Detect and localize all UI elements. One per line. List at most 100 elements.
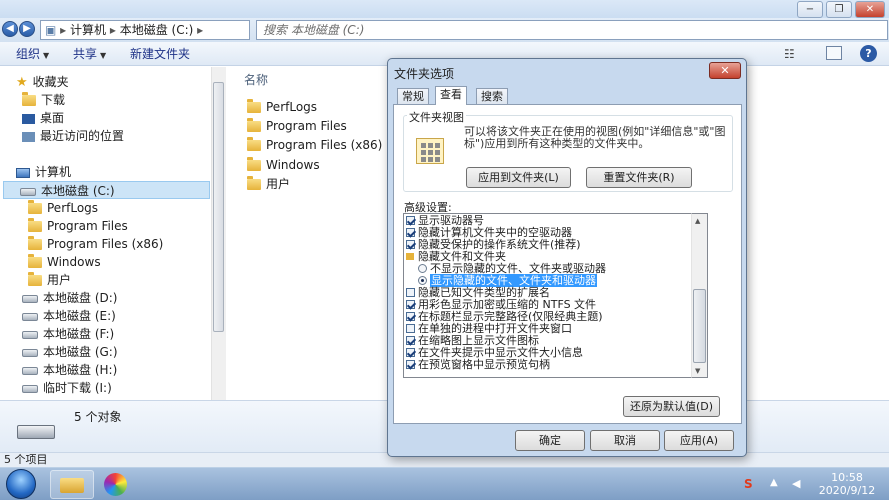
checkbox-unchecked[interactable] [406, 324, 415, 333]
drive-icon [22, 294, 38, 303]
folder-icon [60, 478, 84, 493]
nav-c-child[interactable]: Windows [28, 253, 101, 271]
list-item[interactable]: Windows [247, 156, 320, 175]
tab-general[interactable]: 常规 [397, 88, 429, 104]
nav-drive[interactable]: 本地磁盘 (F:) [22, 325, 114, 343]
ime-s-icon[interactable]: S [744, 477, 760, 491]
share-button[interactable]: 共享 ▼ [73, 46, 106, 64]
list-item[interactable]: Program Files (x86) [247, 136, 382, 155]
folder-icon [247, 176, 261, 190]
nav-label: 本地磁盘 (E:) [43, 309, 116, 323]
advanced-settings-list[interactable]: 显示驱动器号 隐藏计算机文件夹中的空驱动器 隐藏受保护的操作系统文件(推荐) 隐… [403, 213, 701, 378]
checkbox-checked[interactable] [406, 360, 415, 369]
help-icon[interactable]: ? [860, 45, 877, 62]
nav-c-child[interactable]: PerfLogs [28, 199, 98, 217]
apply-to-folders-button[interactable]: 应用到文件夹(L) [466, 167, 571, 188]
nav-favorites[interactable]: ★ 收藏夹 [16, 73, 69, 91]
status-text: 5 个项目 [4, 453, 48, 466]
scroll-down-icon[interactable]: ▼ [695, 367, 700, 375]
item-label: 用户 [266, 177, 291, 191]
address-bar-row: ◀ ▶ ▣ ▸ 计算机 ▸ 本地磁盘 (C:) ▸ 搜索 本地磁盘 (C:) [0, 18, 889, 42]
checkbox-checked[interactable] [406, 336, 415, 345]
nav-drive[interactable]: 本地磁盘 (G:) [22, 343, 118, 361]
computer-icon [16, 167, 30, 178]
item-label: Program Files [266, 119, 347, 133]
nav-c-child[interactable]: Program Files [28, 217, 128, 235]
breadcrumb-computer[interactable]: 计算机 [70, 23, 106, 37]
dialog-close-button[interactable]: ✕ [709, 62, 741, 79]
tray-chevron-icon[interactable]: ▲ [770, 477, 778, 488]
checkbox-checked[interactable] [406, 348, 415, 357]
preview-pane-icon[interactable] [826, 46, 842, 60]
folder-view-legend: 文件夹视图 [407, 109, 466, 125]
nav-label: Windows [47, 255, 101, 269]
nav-recent[interactable]: 最近访问的位置 [22, 127, 124, 145]
advanced-scrollbar-thumb[interactable] [693, 289, 706, 363]
nav-downloads[interactable]: 下载 [22, 91, 65, 109]
forward-arrow-icon[interactable]: ▶ [19, 21, 35, 37]
checkbox-checked[interactable] [406, 300, 415, 309]
reset-folders-button[interactable]: 重置文件夹(R) [586, 167, 692, 188]
list-item[interactable]: PerfLogs [247, 98, 317, 117]
nav-drive[interactable]: 临时下载 (I:) [22, 379, 112, 397]
nav-label: 本地磁盘 (D:) [43, 291, 118, 305]
close-button[interactable]: ✕ [855, 1, 885, 18]
folder-icon [28, 200, 42, 214]
organize-button[interactable]: 组织 ▼ [16, 46, 49, 64]
view-options-icon[interactable]: ☷ [784, 46, 795, 62]
new-folder-button[interactable]: 新建文件夹 [130, 46, 190, 62]
address-box[interactable]: ▣ ▸ 计算机 ▸ 本地磁盘 (C:) ▸ [40, 20, 250, 40]
scroll-up-icon[interactable]: ▲ [695, 217, 700, 225]
checkbox-checked[interactable] [406, 312, 415, 321]
nav-c-child[interactable]: 用户 [28, 271, 71, 289]
folder-view-icon [416, 138, 444, 164]
breadcrumb-drive-c[interactable]: 本地磁盘 (C:) [120, 23, 194, 37]
clock[interactable]: 10:58 2020/9/12 [812, 471, 882, 497]
apply-button[interactable]: 应用(A) [664, 430, 734, 451]
folder-options-dialog: 文件夹选项 ✕ 常规 查看 搜索 文件夹视图 可以将该文件夹正在使用的视图(例如… [387, 58, 747, 457]
nav-drive[interactable]: 本地磁盘 (H:) [22, 361, 117, 379]
drive-icon [22, 366, 38, 375]
column-header-name[interactable]: 名称 [244, 71, 268, 90]
restore-defaults-button[interactable]: 还原为默认值(D) [623, 396, 720, 417]
nav-scrollbar-thumb[interactable] [213, 82, 224, 332]
tab-view[interactable]: 查看 [435, 86, 467, 105]
tab-search[interactable]: 搜索 [476, 88, 508, 104]
drive-icon [22, 384, 38, 393]
cancel-button[interactable]: 取消 [590, 430, 660, 451]
folder-icon [406, 253, 414, 260]
setting-item[interactable]: 在预览窗格中显示预览句柄 [406, 359, 550, 371]
radio-unselected[interactable] [418, 264, 427, 273]
nav-c-child[interactable]: Program Files (x86) [28, 235, 163, 253]
nav-computer[interactable]: 计算机 [16, 163, 71, 181]
navigation-pane: ★ 收藏夹 下载 桌面 最近访问的位置 计算机 本地磁盘 (C:) PerfLog… [0, 67, 226, 400]
nav-label: 本地磁盘 (C:) [41, 184, 115, 198]
start-button[interactable] [6, 469, 36, 499]
nav-label: 本地磁盘 (G:) [43, 345, 118, 359]
nav-drive[interactable]: 本地磁盘 (D:) [22, 289, 117, 307]
nav-label: Program Files [47, 219, 128, 233]
minimize-button[interactable]: − [797, 1, 823, 18]
clock-time: 10:58 [831, 471, 863, 484]
checkbox-checked[interactable] [406, 240, 415, 249]
explorer-taskbar-button[interactable] [50, 470, 94, 499]
ok-button[interactable]: 确定 [515, 430, 585, 451]
speaker-icon[interactable]: ◀ [792, 477, 800, 490]
nav-desktop[interactable]: 桌面 [22, 109, 64, 127]
back-arrow-icon[interactable]: ◀ [2, 21, 18, 37]
organize-label: 组织 [16, 47, 41, 61]
list-item[interactable]: Program Files [247, 117, 347, 136]
browser-icon [104, 473, 127, 496]
browser-taskbar-button[interactable] [95, 470, 139, 499]
radio-selected[interactable] [418, 276, 427, 285]
checkbox-unchecked[interactable] [406, 288, 415, 297]
maximize-button[interactable]: ❐ [826, 1, 852, 18]
checkbox-checked[interactable] [406, 216, 415, 225]
nav-drive[interactable]: 本地磁盘 (E:) [22, 307, 116, 325]
checkbox-checked[interactable] [406, 228, 415, 237]
search-input[interactable]: 搜索 本地磁盘 (C:) [256, 20, 888, 40]
item-label: PerfLogs [266, 100, 318, 114]
nav-label: 最近访问的位置 [40, 129, 125, 143]
nav-drive-c[interactable]: 本地磁盘 (C:) [3, 181, 210, 199]
list-item[interactable]: 用户 [247, 175, 290, 194]
